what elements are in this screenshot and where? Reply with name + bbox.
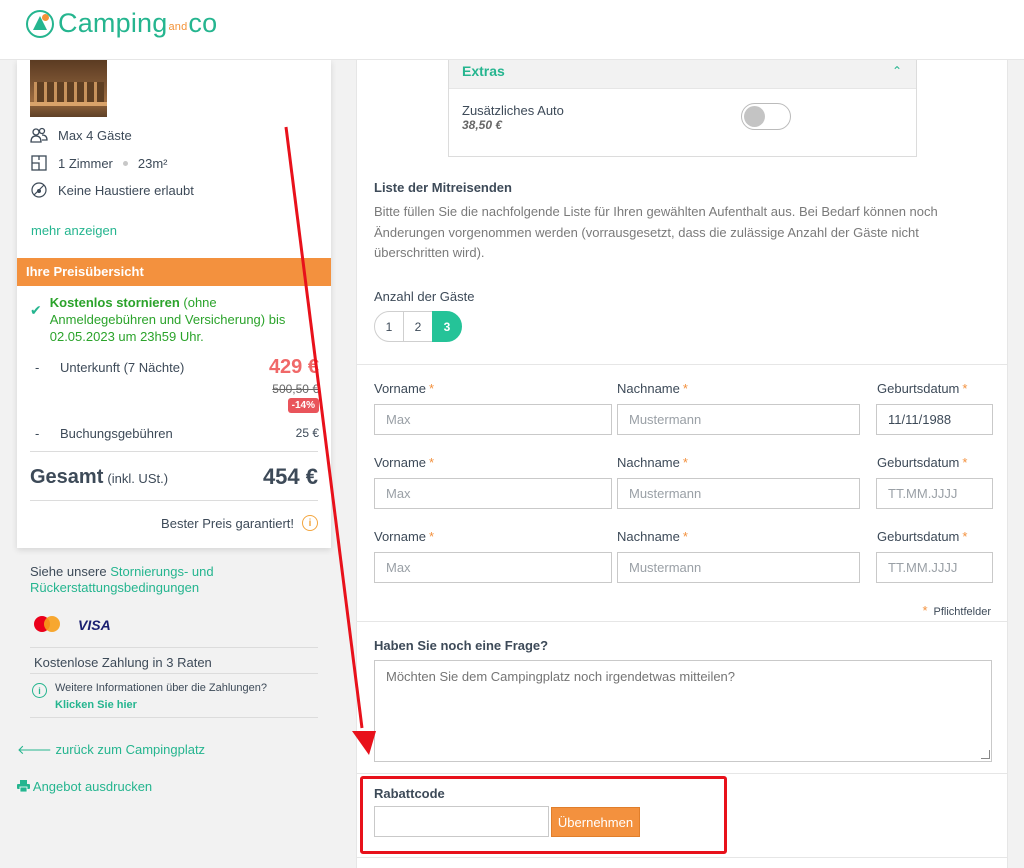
feature-rooms: 1 Zimmer 23m² (30, 154, 168, 172)
info-icon: i (32, 683, 47, 698)
travelers-title: Liste der Mitreisenden (374, 180, 512, 195)
toggle-knob (744, 106, 765, 127)
required-fields-note: * Pflichtfelder (922, 603, 991, 618)
birthdate-input-3[interactable]: TT.MM.JJJJ (876, 552, 993, 583)
check-icon: ✔ (30, 302, 42, 318)
print-offer-link[interactable]: Angebot ausdrucken (17, 779, 152, 794)
payment-info: i Weitere Informationen über die Zahlung… (32, 680, 267, 714)
lastname-label: Nachname * (617, 381, 688, 396)
discount-badge: -14% (287, 398, 319, 413)
guests-count-selector: 1 2 3 (374, 311, 462, 342)
lastname-input-2[interactable]: Mustermann (617, 478, 860, 509)
birthdate-label: Geburtsdatum * (877, 381, 968, 396)
firstname-input-2[interactable]: Max (374, 478, 612, 509)
lastname-input-1[interactable]: Mustermann (617, 404, 860, 435)
back-to-campsite-link[interactable]: 🡐 zurück zum Campingplatz (17, 742, 205, 758)
lastname-label: Nachname * (617, 455, 688, 470)
divider (357, 857, 1007, 858)
extra-item-price: 38,50 € (462, 118, 503, 132)
info-icon[interactable]: i (302, 515, 318, 531)
firstname-label: Vorname * (374, 455, 435, 470)
main-form-panel: Extras ⌃ Zusätzliches Auto 38,50 € Liste… (356, 60, 1008, 868)
feature-pets: Keine Haustiere erlaubt (30, 181, 194, 199)
firstname-input-1[interactable]: Max (374, 404, 612, 435)
arrow-left-icon: 🡐 (17, 742, 52, 757)
firstname-label: Vorname * (374, 529, 435, 544)
firstname-label: Vorname * (374, 381, 435, 396)
guest-option-3[interactable]: 3 (432, 311, 462, 342)
divider (30, 673, 318, 674)
discounted-price: 429 € (268, 356, 319, 378)
separator-dot (122, 160, 128, 166)
site-header: Campingandco (0, 0, 1024, 60)
accommodation-thumbnail[interactable] (30, 60, 107, 117)
no-pets-icon (30, 181, 48, 199)
extras-panel: Extras ⌃ Zusätzliches Auto 38,50 € (448, 60, 917, 157)
total-value: 454 € (262, 464, 318, 489)
visa-icon: VISA (78, 617, 111, 633)
printer-icon (17, 779, 33, 794)
question-textarea[interactable] (374, 660, 992, 762)
lastname-input-3[interactable]: Mustermann (617, 552, 860, 583)
guest-option-1[interactable]: 1 (374, 311, 404, 342)
booking-summary-card: Max 4 Gäste 1 Zimmer 23m² Keine Haustiere… (17, 60, 331, 548)
cancellation-conditions-text: Siehe unsere Stornierungs- und Rückersta… (30, 564, 214, 595)
divider (30, 647, 318, 648)
price-overview-header: Ihre Preisübersicht (17, 258, 331, 286)
firstname-input-3[interactable]: Max (374, 552, 612, 583)
resize-grip-icon[interactable] (981, 750, 990, 759)
travelers-description: Bitte füllen Sie die nachfolgende Liste … (374, 204, 938, 260)
payment-info-link[interactable]: Klicken Sie hier (55, 699, 137, 711)
free-cancellation-note: ✔ Kostenlos stornieren (ohne Anmeldegebü… (30, 295, 286, 344)
question-title: Haben Sie noch eine Frage? (374, 638, 549, 653)
best-price-guarantee: Bester Preis garantiert! i (161, 515, 318, 531)
coupon-code-input[interactable] (374, 806, 549, 837)
extra-car-toggle[interactable] (741, 103, 791, 130)
guest-option-2[interactable]: 2 (403, 311, 433, 342)
birthdate-label: Geburtsdatum * (877, 455, 968, 470)
birthdate-input-2[interactable]: TT.MM.JJJJ (876, 478, 993, 509)
guests-count-label: Anzahl der Gäste (374, 289, 475, 304)
mastercard-icon (34, 616, 60, 634)
divider (30, 717, 318, 718)
coupon-title: Rabattcode (374, 786, 445, 801)
apply-coupon-button[interactable]: Übernehmen (551, 807, 640, 837)
floorplan-icon (30, 154, 48, 172)
birthdate-input-1[interactable]: 11/11/1988 (876, 404, 993, 435)
original-price: 500,50 € (272, 382, 319, 396)
extra-item-name: Zusätzliches Auto (462, 103, 564, 118)
lastname-label: Nachname * (617, 529, 688, 544)
show-more-link[interactable]: mehr anzeigen (31, 223, 117, 238)
divider (357, 364, 1007, 365)
divider (357, 621, 1007, 622)
total-label: Gesamt (inkl. USt.) (30, 466, 169, 488)
extras-header[interactable]: Extras ⌃ (449, 60, 916, 89)
divider (357, 773, 1007, 774)
logo-text: Campingandco (58, 8, 218, 38)
birthdate-label: Geburtsdatum * (877, 529, 968, 544)
tent-logo-icon (26, 9, 54, 38)
feature-guests: Max 4 Gäste (30, 126, 132, 144)
logo[interactable]: Campingandco (26, 8, 217, 39)
people-icon (30, 126, 48, 144)
chevron-up-icon[interactable]: ⌃ (892, 64, 902, 78)
divider (30, 500, 318, 501)
installment-note: Kostenlose Zahlung in 3 Raten (34, 655, 212, 670)
divider (30, 451, 318, 452)
